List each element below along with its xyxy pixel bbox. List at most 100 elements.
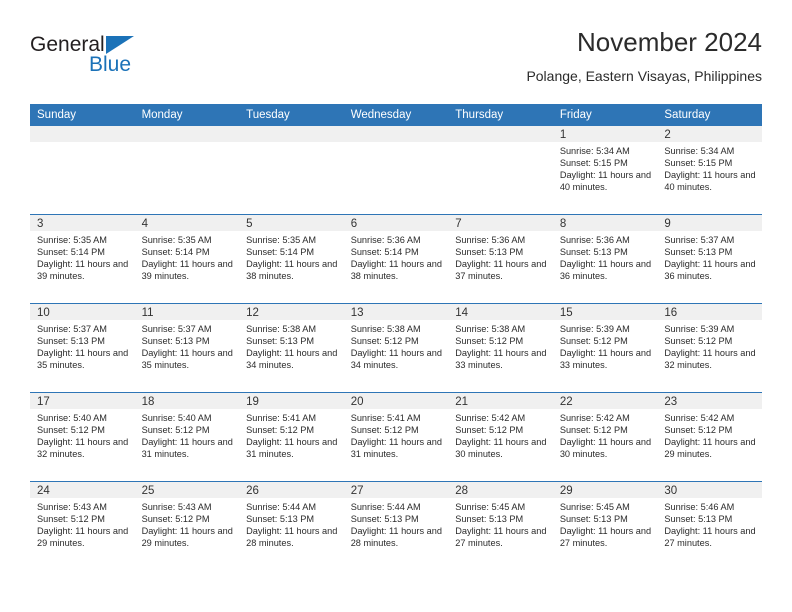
sunrise-text: Sunrise: 5:35 AM [37,235,107,245]
calendar-day-cell[interactable]: 6 Sunrise: 5:36 AM Sunset: 5:14 PM Daylight… [343,214,449,304]
calendar-day-cell-empty [343,126,449,215]
calendar-day-cell[interactable]: 24 Sunrise: 5:43 AM Sunset: 5:12 PM Dayligh… [30,481,135,570]
sunset-text: Sunset: 5:14 PM [350,247,419,258]
calendar-day-cell[interactable]: 20 Sunrise: 5:41 AM Sunset: 5:12 PM Dayligh… [343,392,449,482]
sunrise-text: Sunrise: 5:45 AM [559,502,630,512]
sunset-text: Sunset: 5:14 PM [141,247,210,258]
day-number [30,126,135,142]
calendar-day-cell[interactable]: 16 Sunrise: 5:39 AM Sunset: 5:12 PM Dayligh… [657,303,762,393]
calendar-day-cell[interactable]: 22 Sunrise: 5:42 AM Sunset: 5:12 PM Dayligh… [552,392,658,482]
day-number: 5 [239,215,344,231]
weekday-header-row: Sunday Monday Tuesday Wednesday Thursday… [30,104,762,126]
daylight-text: Daylight: 11 hours and 29 minutes. [141,526,233,549]
daylight-text: Daylight: 11 hours and 27 minutes. [664,526,756,549]
sunset-text: Sunset: 5:12 PM [246,425,315,436]
calendar-day-cell[interactable]: 17 Sunrise: 5:40 AM Sunset: 5:12 PM Dayligh… [30,392,135,482]
page-subtitle: Polange, Eastern Visayas, Philippines [526,68,762,84]
day-number: 20 [343,393,449,409]
day-details: Sunrise: 5:37 AM Sunset: 5:13 PM Daylight:… [657,231,762,282]
calendar-day-cell[interactable]: 10 Sunrise: 5:37 AM Sunset: 5:13 PM Dayligh… [30,303,135,393]
sunrise-text: Sunrise: 5:38 AM [455,324,526,334]
sunset-text: Sunset: 5:12 PM [664,425,733,436]
sunrise-text: Sunrise: 5:39 AM [664,324,735,334]
calendar-day-cell[interactable]: 27 Sunrise: 5:44 AM Sunset: 5:13 PM Dayligh… [343,481,449,570]
calendar-day-cell-empty [239,126,344,215]
calendar-week-row: 17 Sunrise: 5:40 AM Sunset: 5:12 PM Dayligh… [30,392,762,482]
sunset-text: Sunset: 5:13 PM [455,514,524,525]
calendar-day-cell[interactable]: 26 Sunrise: 5:44 AM Sunset: 5:13 PM Dayligh… [239,481,344,570]
sunrise-text: Sunrise: 5:41 AM [246,413,317,423]
weekday-header-monday: Monday [134,104,240,126]
weekday-header-saturday: Saturday [657,104,762,126]
day-details: Sunrise: 5:44 AM Sunset: 5:13 PM Daylight:… [239,498,344,549]
calendar-day-cell[interactable]: 14 Sunrise: 5:38 AM Sunset: 5:12 PM Dayligh… [448,303,553,393]
day-details: Sunrise: 5:34 AM Sunset: 5:15 PM Daylight:… [657,142,762,193]
calendar-day-cell[interactable]: 13 Sunrise: 5:38 AM Sunset: 5:12 PM Dayligh… [343,303,449,393]
day-number: 12 [239,304,344,320]
weekday-header-thursday: Thursday [448,104,553,126]
masthead: General Blue November 2024 Polange, East… [30,26,762,98]
daylight-text: Daylight: 11 hours and 38 minutes. [350,259,442,282]
sunset-text: Sunset: 5:12 PM [37,425,105,436]
day-number: 3 [30,215,135,231]
sunrise-text: Sunrise: 5:42 AM [559,413,630,423]
calendar-day-cell[interactable]: 12 Sunrise: 5:38 AM Sunset: 5:13 PM Dayligh… [239,303,344,393]
day-details: Sunrise: 5:43 AM Sunset: 5:12 PM Daylight:… [135,498,240,549]
calendar-day-cell[interactable]: 15 Sunrise: 5:39 AM Sunset: 5:12 PM Dayligh… [552,303,658,393]
calendar-day-cell[interactable]: 25 Sunrise: 5:43 AM Sunset: 5:12 PM Dayligh… [134,481,240,570]
day-details: Sunrise: 5:37 AM Sunset: 5:13 PM Daylight:… [135,320,240,371]
generalblue-logo[interactable]: General Blue [30,34,190,90]
calendar-day-cell[interactable]: 5 Sunrise: 5:35 AM Sunset: 5:14 PM Daylight… [239,214,344,304]
calendar-day-cell[interactable]: 21 Sunrise: 5:42 AM Sunset: 5:12 PM Dayligh… [448,392,553,482]
calendar-day-cell[interactable]: 3 Sunrise: 5:35 AM Sunset: 5:14 PM Daylight… [30,214,135,304]
daylight-text: Daylight: 11 hours and 30 minutes. [455,437,547,460]
daylight-text: Daylight: 11 hours and 27 minutes. [455,526,547,549]
sunset-text: Sunset: 5:12 PM [455,425,524,436]
calendar-table: Sunday Monday Tuesday Wednesday Thursday… [30,104,762,570]
sunrise-text: Sunrise: 5:36 AM [350,235,421,245]
sunset-text: Sunset: 5:14 PM [37,247,105,258]
day-number: 27 [343,482,449,498]
calendar-day-cell[interactable]: 28 Sunrise: 5:45 AM Sunset: 5:13 PM Dayligh… [448,481,553,570]
day-details: Sunrise: 5:40 AM Sunset: 5:12 PM Daylight:… [30,409,135,460]
daylight-text: Daylight: 11 hours and 39 minutes. [37,259,129,282]
daylight-text: Daylight: 11 hours and 34 minutes. [350,348,442,371]
logo-text-general: General [30,33,105,56]
daylight-text: Daylight: 11 hours and 28 minutes. [246,526,338,549]
daylight-text: Daylight: 11 hours and 37 minutes. [455,259,547,282]
calendar-day-cell[interactable]: 7 Sunrise: 5:36 AM Sunset: 5:13 PM Daylight… [448,214,553,304]
day-number: 18 [134,393,240,409]
calendar-day-cell[interactable]: 19 Sunrise: 5:41 AM Sunset: 5:12 PM Dayligh… [239,392,344,482]
daylight-text: Daylight: 11 hours and 29 minutes. [37,526,129,549]
calendar-page: General Blue November 2024 Polange, East… [0,0,792,612]
calendar-day-cell[interactable]: 18 Sunrise: 5:40 AM Sunset: 5:12 PM Dayligh… [134,392,240,482]
sunset-text: Sunset: 5:14 PM [246,247,315,258]
calendar-day-cell[interactable]: 29 Sunrise: 5:45 AM Sunset: 5:13 PM Dayligh… [552,481,658,570]
day-number [343,126,449,142]
logo-text-blue: Blue [89,53,132,76]
daylight-text: Daylight: 11 hours and 31 minutes. [350,437,442,460]
sunrise-text: Sunrise: 5:46 AM [664,502,735,512]
day-details: Sunrise: 5:43 AM Sunset: 5:12 PM Daylight:… [30,498,135,549]
sunrise-text: Sunrise: 5:38 AM [350,324,421,334]
sunrise-text: Sunrise: 5:40 AM [37,413,107,423]
title-block: November 2024 Polange, Eastern Visayas, … [526,26,762,86]
daylight-text: Daylight: 11 hours and 39 minutes. [141,259,233,282]
sunrise-text: Sunrise: 5:44 AM [350,502,421,512]
sunrise-text: Sunrise: 5:37 AM [664,235,735,245]
calendar-day-cell-empty [448,126,553,215]
day-details: Sunrise: 5:45 AM Sunset: 5:13 PM Daylight:… [448,498,553,549]
calendar-day-cell[interactable]: 2 Sunrise: 5:34 AM Sunset: 5:15 PM Daylight… [657,126,762,215]
calendar-day-cell[interactable]: 30 Sunrise: 5:46 AM Sunset: 5:13 PM Dayligh… [657,481,762,570]
calendar-day-cell[interactable]: 4 Sunrise: 5:35 AM Sunset: 5:14 PM Daylight… [134,214,240,304]
day-number: 30 [657,482,762,498]
daylight-text: Daylight: 11 hours and 34 minutes. [246,348,338,371]
calendar-day-cell[interactable]: 11 Sunrise: 5:37 AM Sunset: 5:13 PM Dayligh… [134,303,240,393]
calendar-day-cell[interactable]: 1 Sunrise: 5:34 AM Sunset: 5:15 PM Daylight… [552,126,658,215]
sunrise-text: Sunrise: 5:36 AM [455,235,526,245]
calendar-day-cell[interactable]: 9 Sunrise: 5:37 AM Sunset: 5:13 PM Daylight… [657,214,762,304]
day-number: 7 [448,215,553,231]
sunset-text: Sunset: 5:12 PM [455,336,524,347]
calendar-day-cell[interactable]: 8 Sunrise: 5:36 AM Sunset: 5:13 PM Daylight… [552,214,658,304]
calendar-day-cell[interactable]: 23 Sunrise: 5:42 AM Sunset: 5:12 PM Dayligh… [657,392,762,482]
